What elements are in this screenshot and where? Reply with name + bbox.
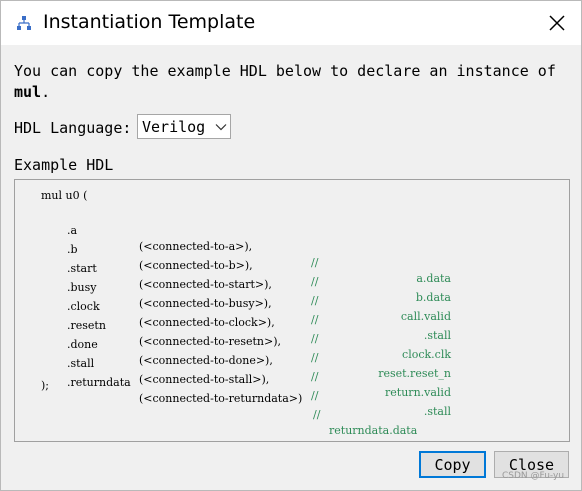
code-line-returndata: .returndata (<connected-to-returndata>) … (41, 359, 541, 437)
port-comment: returndata.data (329, 424, 418, 437)
port-comment: return.valid (385, 386, 451, 399)
network-icon (16, 15, 32, 31)
code-line-a: .a (<connected-to-a>), // a.data (41, 207, 541, 285)
close-icon (549, 15, 565, 31)
title-bar: Instantiation Template (1, 1, 581, 45)
instantiation-template-dialog: Instantiation Template You can copy the … (0, 0, 582, 491)
description-suffix: . (41, 83, 51, 101)
description-text: You can copy the example HDL below to de… (14, 61, 574, 103)
code-line-resetn: .resetn (<connected-to-resetn>), // rese… (41, 302, 541, 380)
copy-button[interactable]: Copy (419, 451, 486, 478)
code-line-b: .b (<connected-to-b>), // b.data (41, 226, 541, 304)
port-comment: .stall (423, 405, 451, 418)
port-connection: (<connected-to-returndata>) (139, 392, 303, 405)
window-title: Instantiation Template (43, 11, 256, 33)
code-line-stall: .stall (<connected-to-stall>), // .stall (41, 340, 541, 418)
code-header: mul u0 ( (41, 189, 88, 202)
port-name: .returndata (67, 376, 131, 389)
code-line-start: .start (<connected-to-start>), // call.v… (41, 245, 541, 323)
watermark-text: CSDN @Fu-yu (502, 471, 565, 481)
code-footer: ); (41, 379, 49, 392)
example-hdl-code[interactable]: mul u0 ( .a (<connected-to-a>), // a.dat… (14, 179, 570, 442)
comment-marker: // (311, 389, 319, 402)
description-prefix: You can copy the example HDL below to de… (14, 62, 556, 80)
hdl-language-label: HDL Language: (14, 119, 132, 137)
code-line-done: .done (<connected-to-done>), // return.v… (41, 321, 541, 399)
module-name: mul (14, 83, 42, 101)
chevron-down-icon (215, 124, 227, 131)
hdl-language-select[interactable]: Verilog (137, 114, 231, 139)
code-line-clock: .clock (<connected-to-clock>), // clock.… (41, 283, 541, 361)
hdl-language-value: Verilog (142, 118, 206, 136)
code-line-busy: .busy (<connected-to-busy>), // .stall (41, 264, 541, 342)
window-close-button[interactable] (541, 7, 573, 39)
comment-marker: // (313, 408, 321, 421)
example-hdl-label: Example HDL (14, 156, 114, 174)
